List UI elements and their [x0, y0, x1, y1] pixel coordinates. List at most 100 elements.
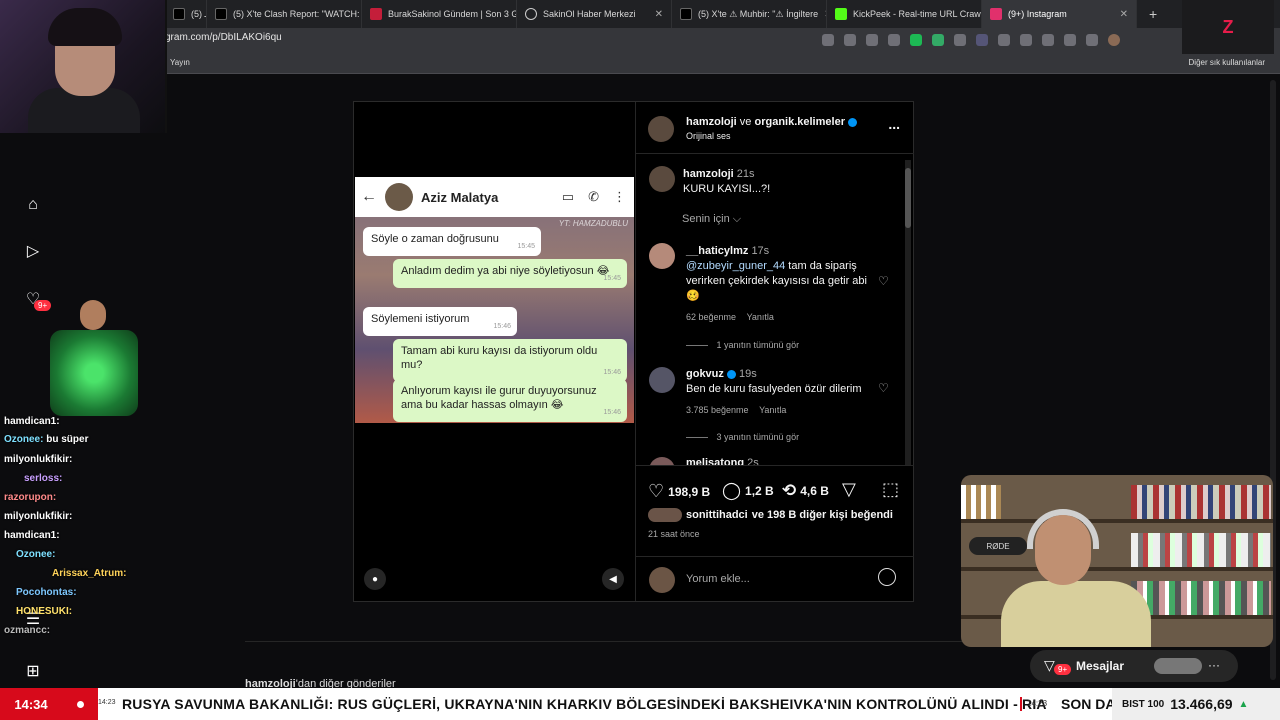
chat-line: Ozonee: — [4, 549, 55, 560]
view-replies-button[interactable]: 1 yanıtın tümünü gör — [686, 340, 799, 350]
comment-button[interactable]: ◯ 1,2 B — [722, 481, 774, 501]
close-tab-icon[interactable]: ✕ — [655, 9, 663, 20]
repost-icon: ⟲ — [782, 481, 797, 500]
new-tab-icon[interactable]: + — [1149, 6, 1157, 22]
x-favicon-icon — [215, 8, 227, 20]
video-call-icon: ▭ — [561, 189, 575, 204]
chat-line: razorupon: — [4, 492, 56, 503]
audio-label[interactable]: Orijinal ses — [686, 131, 731, 141]
liker-user[interactable]: sonittihadci — [686, 509, 748, 521]
ticker-separator — [1020, 697, 1022, 711]
site-favicon-icon — [370, 8, 382, 20]
figure-mug — [50, 330, 138, 416]
tab-1[interactable]: (5) شـ — [165, 0, 207, 28]
extension-icon[interactable] — [932, 34, 944, 46]
like-button[interactable]: ♡ 198,9 B — [648, 481, 710, 502]
comment-mention[interactable]: @zubeyir_guner_44 — [686, 260, 785, 272]
verified-icon — [848, 117, 858, 127]
close-tab-icon[interactable]: ✕ — [1120, 9, 1128, 20]
collections-icon[interactable] — [1086, 34, 1098, 46]
other-bookmarks[interactable]: Diğer sık kullanılanlar — [1189, 58, 1265, 67]
chat-user: milyonlukfikir: — [4, 511, 73, 522]
liked-by: sonittihadci ve 198 B diğer kişi beğendi — [648, 508, 893, 522]
post-time[interactable]: 21 saat önce — [648, 529, 700, 539]
view-replies-label: 3 yanıtın tümünü gör — [716, 432, 800, 442]
tab-6[interactable]: KickPeek - Real-time URL Crawler✕ — [827, 0, 982, 28]
sort-dropdown[interactable]: Senin için ⌵ — [682, 213, 741, 226]
home-icon[interactable]: ⌂ — [22, 194, 44, 216]
more-options-icon[interactable]: ... — [888, 116, 900, 132]
chat-user: ozmancc: — [4, 625, 51, 636]
view-replies-button[interactable]: 3 yanıtın tümünü gör — [686, 432, 799, 442]
volume-icon[interactable]: ◀ — [602, 568, 624, 590]
books — [1131, 533, 1271, 567]
extension-icon[interactable] — [954, 34, 966, 46]
favorites-icon[interactable] — [1042, 34, 1054, 46]
tagged-users-icon[interactable]: ● — [364, 568, 386, 590]
share-icon[interactable] — [822, 34, 834, 46]
chat-user: hamdican1: — [4, 530, 60, 541]
tab-2[interactable]: (5) X'te Clash Report: "WATCH: Ru✕ — [207, 0, 362, 28]
scroll-thumb[interactable] — [905, 168, 911, 228]
comment-avatar[interactable] — [649, 243, 675, 269]
post-media[interactable]: ← Aziz Malatya ▭ ✆ ⋮ YT: HAMZADUBLU Söyl… — [354, 102, 635, 601]
emoji-icon[interactable] — [878, 568, 896, 586]
x-favicon-icon — [680, 8, 692, 20]
ticker-clock: 14:34 — [0, 688, 62, 720]
tab-5[interactable]: (5) X'te ⚠ Muhbir: "⚠ İngiltere✕ — [672, 0, 827, 28]
comment-avatar[interactable] — [649, 367, 675, 393]
reply-button[interactable]: Yanıtla — [759, 405, 786, 415]
books — [1131, 581, 1271, 615]
comment-user[interactable]: melisatong — [686, 457, 744, 465]
tab-4[interactable]: SakinOl Haber Merkezi ✕ — [517, 0, 672, 28]
comment-count: 1,2 B — [745, 484, 774, 498]
extension-icon[interactable] — [976, 34, 988, 46]
author-link[interactable]: hamzoloji — [686, 116, 737, 128]
author-avatar[interactable] — [648, 116, 674, 142]
extension-icon[interactable] — [998, 34, 1010, 46]
comment-likes[interactable]: 3.785 beğenme — [686, 405, 749, 415]
save-icon[interactable]: ⬚ — [882, 479, 899, 500]
caption-avatar[interactable] — [649, 166, 675, 192]
extension-icon[interactable] — [910, 34, 922, 46]
tab-3[interactable]: BurakSakinol Gündem | Son 3 Gü✕ — [362, 0, 517, 28]
liker-rest[interactable]: ve 198 B diğer kişi beğendi — [752, 509, 893, 521]
microphone: RØDE — [969, 537, 1027, 555]
reels-icon[interactable]: ▷ — [22, 240, 44, 262]
comment: melisatong 2s — [686, 457, 759, 465]
apps-icon[interactable]: ⊞ — [22, 660, 44, 682]
reply-button[interactable]: Yanıtla — [747, 312, 774, 322]
tab-instagram[interactable]: (9+) Instagram ✕ — [982, 0, 1137, 28]
phone-icon: ✆ — [588, 189, 599, 204]
chevron-down-icon: ⌵ — [732, 213, 742, 225]
bookmark-star-icon[interactable] — [866, 34, 878, 46]
share-icon[interactable]: ▽ — [842, 479, 856, 500]
coauthor-link[interactable]: organik.kelimeler — [754, 116, 845, 128]
comment-likes[interactable]: 62 beğenme — [686, 312, 736, 322]
live-dot-icon — [76, 700, 84, 708]
repost-button[interactable]: ⟲ 4,6 B — [782, 481, 829, 501]
comment-user[interactable]: gokvuz — [686, 368, 724, 380]
caption-user[interactable]: hamzoloji — [683, 168, 734, 180]
performance-icon[interactable] — [1064, 34, 1076, 46]
comment-time: 2s — [747, 457, 759, 465]
comment-avatar[interactable] — [649, 457, 675, 465]
chat-bubble: Söyle o zaman doğrusunu 15:45 — [363, 227, 541, 256]
chat-user: Ozonee: — [4, 434, 44, 445]
comment-user[interactable]: __haticylmz — [686, 245, 748, 257]
split-view-icon[interactable] — [1020, 34, 1032, 46]
bubble-time: 15:46 — [603, 409, 621, 416]
messages-button[interactable]: ▽ 9+ Mesajlar ··· — [1030, 650, 1238, 682]
profile-avatar[interactable] — [1108, 34, 1120, 46]
zoom-icon[interactable] — [844, 34, 856, 46]
bookmark-item[interactable]: Yayın — [170, 58, 190, 67]
like-comment-icon[interactable]: ♡ — [878, 381, 889, 395]
comments-scrollbar[interactable] — [905, 160, 911, 465]
comment-input[interactable]: Yorum ekle... — [686, 573, 750, 585]
chat-message: bu süper — [46, 434, 89, 445]
url-field[interactable]: gram.com/p/DbILAKOi6qu — [165, 32, 282, 43]
extension-icon[interactable] — [888, 34, 900, 46]
like-comment-icon[interactable]: ♡ — [878, 274, 889, 288]
extensions-toolbar — [822, 34, 1120, 46]
replies-line — [686, 345, 708, 347]
